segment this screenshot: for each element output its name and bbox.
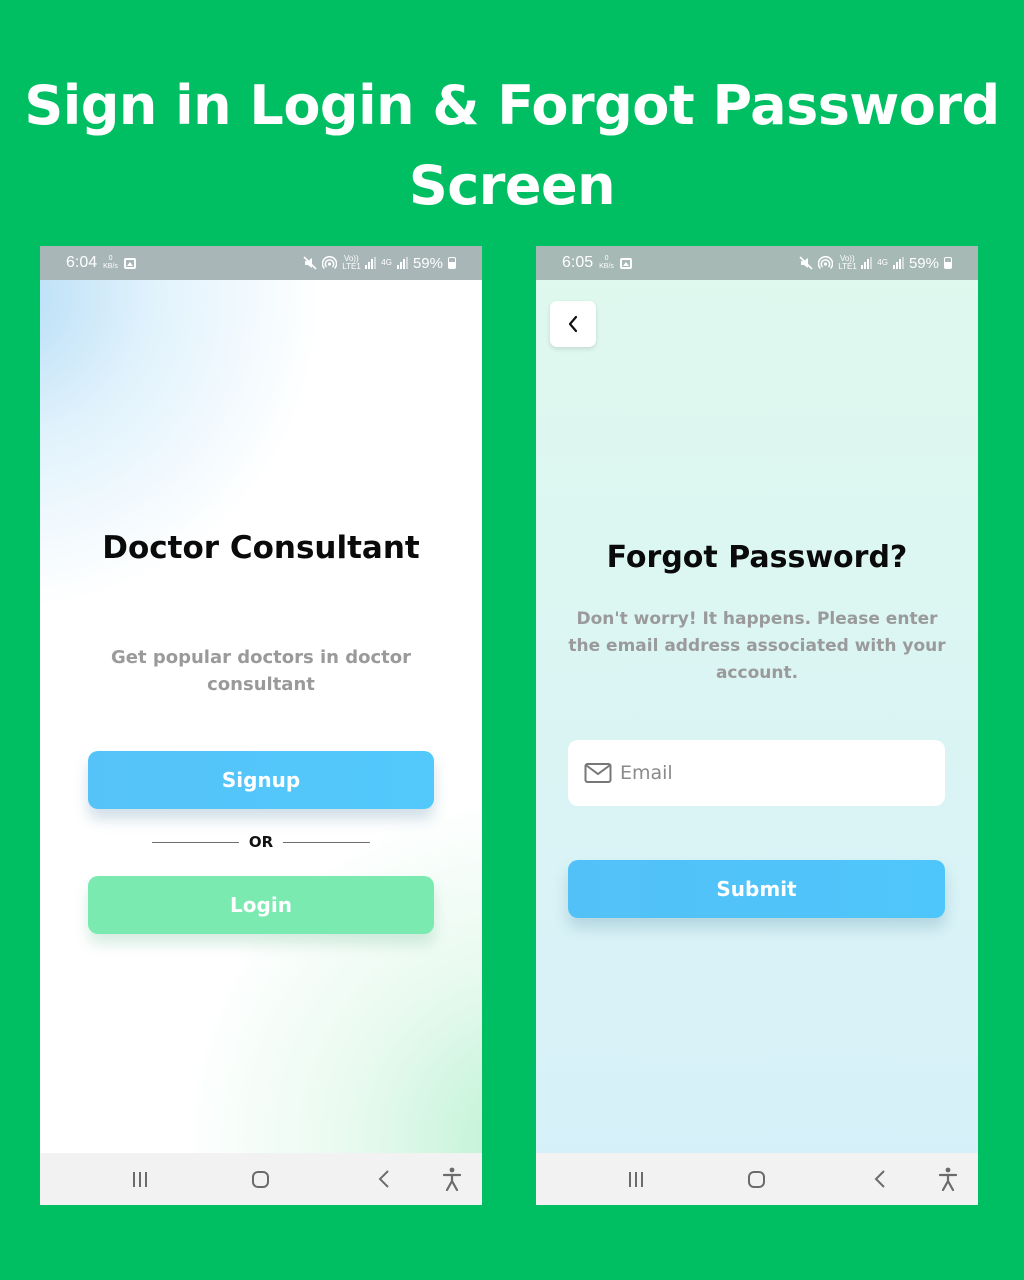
back-button[interactable] [550,301,596,347]
banner-title-line-1: Sign in Login & Forgot Password [24,74,1000,137]
recent-apps-button[interactable] [126,1165,154,1193]
home-button[interactable] [742,1165,770,1193]
status-bar: 6:04 0 KB/s Vo)) LTE1 4G 59% [40,246,482,280]
accessibility-icon [442,1167,462,1191]
home-icon [747,1170,765,1188]
or-label: OR [248,833,274,851]
network-speed-unit: KB/s [103,263,118,270]
accessibility-button[interactable] [438,1165,466,1193]
signal-icon [396,257,408,269]
email-field[interactable] [568,740,945,806]
page-description: Don't worry! It happens. Please enter th… [568,609,946,683]
mute-icon [303,256,317,270]
app-title: Doctor Consultant [102,530,420,566]
or-divider: OR [152,832,370,852]
battery-percent: 59% [908,254,939,272]
submit-button[interactable]: Submit [568,860,945,918]
volte-indicator: Vo)) LTE1 [838,254,857,271]
login-button[interactable]: Login [88,876,434,934]
login-button-label: Login [230,893,292,917]
divider-line [152,841,239,843]
status-bar: 6:05 0 KB/s Vo)) LTE1 4G 59% [536,246,978,280]
network-speed-unit: KB/s [599,263,614,270]
hotspot-icon [818,256,834,270]
gallery-notification-icon [619,257,632,269]
battery-percent: 59% [412,254,443,272]
submit-button-label: Submit [716,877,797,901]
signal-icon [861,257,873,269]
home-button[interactable] [246,1165,274,1193]
back-nav-button[interactable] [866,1165,894,1193]
forgot-password-screen: 6:05 0 KB/s Vo)) LTE1 4G 59% Forgot Pass… [536,246,978,1205]
accessibility-button[interactable] [934,1165,962,1193]
chevron-left-icon [874,1170,885,1188]
chevron-left-icon [568,315,578,333]
network-speed: 0 KB/s [103,255,118,271]
signal-icon [365,257,377,269]
network-type: 4G [877,258,888,267]
network-speed-value: 0 [108,255,113,262]
status-time: 6:05 [562,254,594,271]
battery-icon [448,257,456,269]
back-nav-button[interactable] [370,1165,398,1193]
recent-apps-button[interactable] [622,1165,650,1193]
chevron-left-icon [378,1170,389,1188]
network-type: 4G [381,258,392,267]
banner-title-line-2: Screen [408,154,616,217]
page-title: Forgot Password? [606,540,908,575]
app-subtitle: Get popular doctors in doctor consultant [110,647,412,695]
navigation-bar [536,1153,978,1205]
signup-button[interactable]: Signup [88,751,434,809]
network-speed: 0 KB/s [599,255,614,271]
email-input[interactable] [620,762,920,784]
status-time: 6:04 [66,254,98,271]
network-speed-value: 0 [604,255,609,262]
background-glow [40,246,360,626]
accessibility-icon [938,1167,958,1191]
volte-indicator: Vo)) LTE1 [342,254,361,271]
battery-icon [944,257,952,269]
home-icon [251,1170,269,1188]
banner-title: Sign in Login & Forgot Password Screen [0,66,1024,226]
signal-icon [892,257,904,269]
mute-icon [799,256,813,270]
signup-button-label: Signup [221,768,301,792]
mail-icon [584,763,612,783]
login-screen: 6:04 0 KB/s Vo)) LTE1 4G 59% Doctor Cons… [40,246,482,1205]
divider-line [283,841,370,843]
navigation-bar [40,1153,482,1205]
hotspot-icon [322,256,338,270]
gallery-notification-icon [123,257,136,269]
